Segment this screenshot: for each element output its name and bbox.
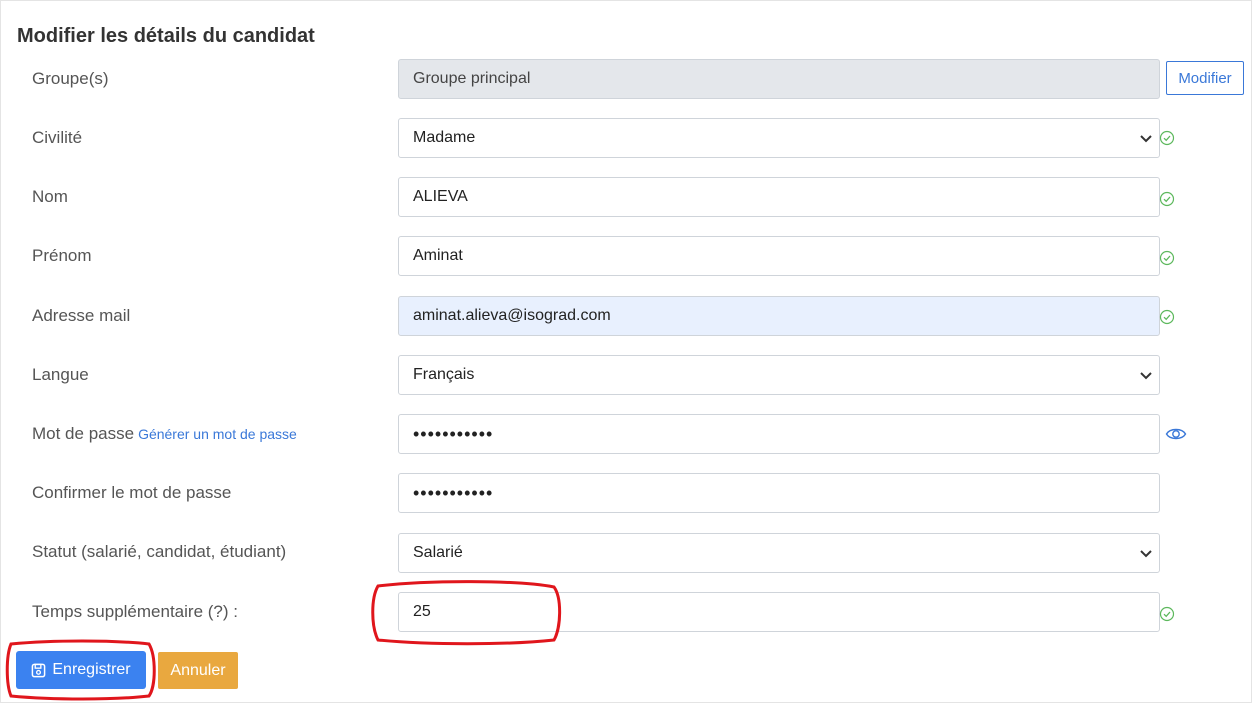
check-circle-icon (1159, 191, 1175, 207)
extra-time-label: Temps supplémentaire (?) : (32, 602, 238, 621)
language-select[interactable]: Français (398, 355, 1160, 395)
row-first-name: Prénom Aminat (0, 236, 1252, 276)
cancel-button[interactable]: Annuler (158, 652, 238, 689)
generate-password-link[interactable]: Générer un mot de passe (138, 426, 297, 442)
row-password: Mot de passe Générer un mot de passe ••••… (0, 414, 1252, 454)
row-email: Adresse mail aminat.alieva@isograd.com (0, 296, 1252, 336)
row-extra-time: Temps supplémentaire (?) : 25 (0, 592, 1252, 632)
confirm-password-label: Confirmer le mot de passe (32, 483, 232, 502)
save-button-label: Enregistrer (52, 661, 131, 678)
row-confirm-password: Confirmer le mot de passe ••••••••••• (0, 473, 1252, 513)
password-input[interactable]: ••••••••••• (398, 414, 1160, 454)
check-circle-icon (1159, 606, 1175, 622)
extra-time-input[interactable]: 25 (398, 592, 1160, 632)
civility-select[interactable]: Madame (398, 118, 1160, 158)
row-status: Statut (salarié, candidat, étudiant) Sal… (0, 533, 1252, 573)
page-title: Modifier les détails du candidat (17, 25, 315, 47)
save-icon (32, 663, 46, 677)
language-label: Langue (32, 365, 89, 384)
status-value: Salarié (413, 544, 463, 561)
civility-value: Madame (413, 129, 476, 146)
row-groups: Groupe(s) Groupe principal (0, 58, 1252, 99)
password-label: Mot de passe Générer un mot de passe (32, 424, 297, 444)
groups-label: Groupe(s) (32, 69, 109, 88)
status-select[interactable]: Salarié (398, 533, 1160, 573)
first-name-label: Prénom (32, 246, 92, 265)
check-circle-icon (1159, 130, 1175, 146)
email-input[interactable]: aminat.alieva@isograd.com (398, 296, 1160, 336)
civility-label: Civilité (32, 128, 83, 147)
eye-icon[interactable] (1165, 426, 1187, 442)
groups-field: Groupe principal (398, 59, 1160, 99)
row-last-name: Nom ALIEVA (0, 177, 1252, 217)
password-label-text: Mot de passe (32, 424, 135, 443)
modify-groups-button[interactable]: Modifier (1166, 61, 1244, 95)
last-name-label: Nom (32, 187, 68, 206)
check-circle-icon (1159, 309, 1175, 325)
save-button[interactable]: Enregistrer (16, 651, 146, 689)
status-label: Statut (salarié, candidat, étudiant) (32, 542, 287, 561)
language-value: Français (413, 366, 475, 383)
last-name-input[interactable]: ALIEVA (398, 177, 1160, 217)
email-label: Adresse mail (32, 306, 131, 325)
chevron-down-icon (1140, 550, 1152, 558)
chevron-down-icon (1140, 372, 1152, 380)
confirm-password-input[interactable]: ••••••••••• (398, 473, 1160, 513)
chevron-down-icon (1140, 135, 1152, 143)
first-name-input[interactable]: Aminat (398, 236, 1160, 276)
row-civility: Civilité Madame (0, 118, 1252, 158)
check-circle-icon (1159, 250, 1175, 266)
row-language: Langue Français (0, 355, 1252, 395)
